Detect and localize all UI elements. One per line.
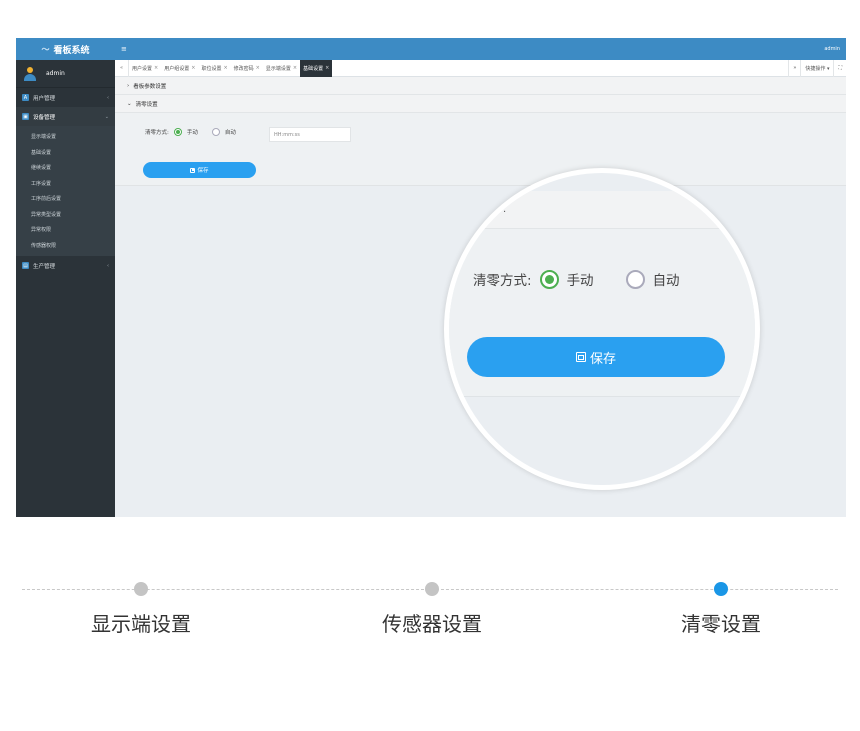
tab-label: 修改密码 bbox=[233, 65, 254, 72]
magnifier-callout: · 清零方式: 手动 自动 保存 bbox=[444, 168, 760, 490]
save-button[interactable]: 保存 bbox=[143, 162, 256, 178]
save-icon bbox=[190, 167, 196, 173]
fullscreen-icon[interactable]: ⛶ bbox=[833, 59, 846, 77]
radio-manual[interactable] bbox=[173, 128, 182, 136]
device-submenu: 显示端设置 基础设置 继续设置 工序设置 工序前后设置 异常类型设置 异常权限 … bbox=[16, 126, 115, 256]
magnified-reset-mode-row: 清零方式: 手动 自动 bbox=[473, 269, 680, 289]
tab-position-settings[interactable]: 职位设置 × bbox=[198, 60, 230, 77]
chevron-down-icon: ⌄ bbox=[127, 100, 132, 107]
logo[interactable]: 〜 看板系统 bbox=[16, 38, 115, 60]
tab-label: 显示端设置 bbox=[265, 65, 291, 72]
close-icon[interactable]: × bbox=[256, 65, 260, 71]
sidebar-item-display[interactable]: 显示端设置 bbox=[16, 129, 115, 145]
sidebar: 〜 看板系统 admin A 用户管理 ‹ ▣ 设备管理 ⌄ 显示端设置 基础设… bbox=[16, 38, 115, 517]
step-reset-settings[interactable]: 清零设置 bbox=[681, 582, 761, 637]
radio-manual-label: 手动 bbox=[186, 130, 198, 136]
tab-change-password[interactable]: 修改密码 × bbox=[231, 60, 263, 77]
tab-display-settings[interactable]: 显示端设置 × bbox=[263, 60, 300, 77]
sidebar-group-production[interactable]: ▤ 生产管理 ‹ bbox=[16, 256, 115, 275]
reset-mode-row: 清零方式: 手动 自动 bbox=[145, 128, 236, 136]
panel-reset-settings[interactable]: ⌄ 清零设置 bbox=[115, 95, 846, 113]
step-indicator: 显示端设置 传感器设置 清零设置 bbox=[22, 582, 838, 649]
tab-bar-right: » 快捷操作 ▾ ⛶ bbox=[788, 59, 846, 77]
top-bar: ≡ admin bbox=[115, 38, 846, 60]
panel-board-params[interactable]: › 看板参数设置 bbox=[115, 77, 846, 95]
close-icon[interactable]: × bbox=[293, 65, 297, 71]
reset-mode-label: 清零方式: bbox=[145, 130, 169, 136]
device-manage-icon: ▣ bbox=[22, 113, 29, 120]
step-label: 显示端设置 bbox=[91, 612, 191, 636]
tab-user-group-settings[interactable]: 用户组设置 × bbox=[161, 60, 198, 77]
save-label: 保存 bbox=[197, 168, 209, 174]
sidebar-group-label: 生产管理 bbox=[33, 263, 56, 270]
sidebar-group-user[interactable]: A 用户管理 ‹ bbox=[16, 88, 115, 107]
step-display-settings[interactable]: 显示端设置 bbox=[91, 582, 191, 637]
sidebar-item-continue[interactable]: 继续设置 bbox=[16, 160, 115, 176]
tab-label: 用户设置 bbox=[132, 65, 153, 72]
sidebar-item-exception-permission[interactable]: 异常权限 bbox=[16, 222, 115, 238]
magnified-chevron: · bbox=[503, 207, 507, 218]
chevron-down-icon: ⌄ bbox=[104, 113, 109, 120]
panel-title: 清零设置 bbox=[135, 101, 158, 108]
tab-bar: « 用户设置 × 用户组设置 × 职位设置 × 修改密码 × 显示端设置 × 基础设置 × … bbox=[115, 59, 846, 77]
tab-scroll-right-button[interactable]: » bbox=[788, 59, 800, 77]
step-label: 清零设置 bbox=[681, 612, 761, 636]
sidebar-group-label: 设备管理 bbox=[33, 114, 56, 121]
user-profile[interactable]: admin bbox=[16, 60, 115, 88]
tab-user-settings[interactable]: 用户设置 × bbox=[129, 60, 161, 77]
magnified-save-label: 保存 bbox=[589, 350, 616, 366]
step-dot bbox=[425, 582, 439, 596]
tab-label: 基础设置 bbox=[303, 65, 324, 72]
sidebar-item-basic[interactable]: 基础设置 bbox=[16, 145, 115, 161]
tab-scroll-left-button[interactable]: « bbox=[115, 59, 129, 77]
logo-wave-icon: 〜 bbox=[41, 44, 50, 54]
step-label: 传感器设置 bbox=[382, 612, 482, 636]
close-icon[interactable]: × bbox=[154, 65, 158, 71]
sidebar-item-exception-type[interactable]: 异常类型设置 bbox=[16, 207, 115, 223]
tab-label: 用户组设置 bbox=[164, 65, 190, 72]
top-user-name[interactable]: admin bbox=[824, 46, 840, 52]
menu-toggle-icon[interactable]: ≡ bbox=[121, 45, 127, 53]
chevron-left-icon: ‹ bbox=[107, 262, 109, 269]
magnified-radio-auto[interactable] bbox=[625, 269, 645, 289]
sidebar-item-sensor-permission[interactable]: 传感器权限 bbox=[16, 238, 115, 254]
user-manage-icon: A bbox=[22, 94, 29, 101]
sidebar-item-process[interactable]: 工序设置 bbox=[16, 176, 115, 192]
quick-ops-dropdown[interactable]: 快捷操作 ▾ bbox=[800, 59, 833, 77]
user-name: admin bbox=[46, 70, 65, 77]
save-icon bbox=[575, 352, 586, 362]
chevron-right-icon: › bbox=[127, 82, 130, 89]
sidebar-group-device[interactable]: ▣ 设备管理 ⌄ bbox=[16, 107, 115, 126]
magnified-radio-manual[interactable] bbox=[539, 269, 559, 289]
tab-basic-settings[interactable]: 基础设置 × bbox=[300, 59, 333, 77]
magnified-save-button[interactable]: 保存 bbox=[467, 337, 725, 377]
step-dot bbox=[134, 582, 148, 596]
sidebar-item-process-order[interactable]: 工序前后设置 bbox=[16, 191, 115, 207]
step-sensor-settings[interactable]: 传感器设置 bbox=[382, 582, 482, 637]
app-title: 看板系统 bbox=[53, 45, 90, 56]
close-icon[interactable]: × bbox=[325, 65, 329, 71]
step-dot-active bbox=[714, 582, 728, 596]
magnified-radio-auto-label: 自动 bbox=[652, 273, 680, 289]
close-icon[interactable]: × bbox=[191, 65, 195, 71]
magnified-mode-label: 清零方式: bbox=[473, 273, 532, 289]
magnified-panel-header bbox=[449, 191, 755, 229]
production-manage-icon: ▤ bbox=[22, 262, 29, 269]
magnified-radio-manual-label: 手动 bbox=[566, 273, 594, 289]
reset-settings-body: 清零方式: 手动 自动 HH:mm:ss 保存 bbox=[115, 113, 846, 186]
panel-title: 看板参数设置 bbox=[133, 83, 167, 90]
radio-auto[interactable] bbox=[211, 128, 220, 136]
sidebar-group-label: 用户管理 bbox=[33, 95, 56, 102]
reset-time-input[interactable]: HH:mm:ss bbox=[269, 127, 351, 142]
avatar bbox=[24, 66, 36, 81]
tab-label: 职位设置 bbox=[201, 65, 222, 72]
chevron-left-icon: ‹ bbox=[107, 94, 109, 101]
radio-auto-label: 自动 bbox=[224, 130, 236, 136]
close-icon[interactable]: × bbox=[223, 65, 227, 71]
